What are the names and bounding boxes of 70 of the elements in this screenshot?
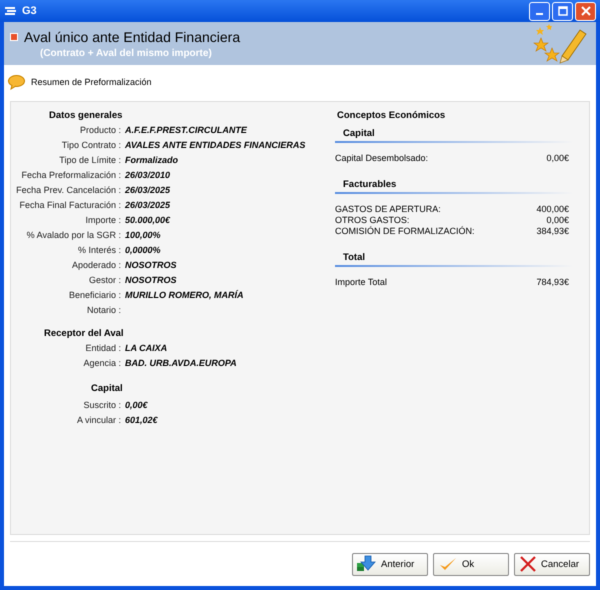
amount-value: 384,93€ [536,226,569,237]
ok-button[interactable]: Ok [433,552,509,576]
back-button[interactable]: Anterior [352,552,428,576]
field-label: Apoderado : [70,260,121,271]
field-label: Suscrito : [82,400,121,411]
field-value: 26/03/2025 [125,185,172,196]
field-value: MURILLO ROMERO, MARÍA [125,290,244,301]
field-label: Fecha Preformalización : [20,170,121,181]
close-icon [580,6,590,16]
section-heading: Receptor del Aval [44,328,125,339]
field-label: Gestor : [88,275,121,286]
subsection-heading: Total [343,252,365,263]
field-label: Notario : [86,305,121,316]
field-value: 0,00€ [125,400,149,411]
field-value: 26/03/2025 [125,200,172,211]
field-label: Importe : [84,215,121,226]
field-label: Producto : [78,125,121,136]
field-label: Agencia : [82,358,121,369]
checkmark-icon [438,556,458,572]
section-heading: Conceptos Económicos [337,110,446,121]
field-value: BAD. URB.AVDA.EUROPA [125,358,237,369]
field-label: Entidad : [84,343,121,354]
amount-label: GASTOS DE APERTURA: [335,204,441,215]
field-value: A.F.E.F.PREST.CIRCULANTE [125,125,248,136]
amount-value: 0,00€ [546,215,569,226]
minimize-icon [536,13,543,15]
dialog-title: Aval único ante Entidad Financiera [24,28,240,44]
field-value: 50.000,00€ [125,215,172,226]
subsection-heading: Facturables [343,179,396,190]
speech-bubble-icon [8,74,25,90]
field-label: Fecha Final Facturación : [18,200,121,211]
app-logo-icon [4,6,18,16]
field-value: 0,0000% [125,245,162,256]
field-label: Tipo de Límite : [58,155,121,166]
field-label: Tipo Contrato : [60,140,121,151]
maximize-button[interactable] [552,2,573,20]
bullet-icon [10,32,18,40]
stars-pencil-icon [532,24,588,64]
amount-value: 400,00€ [536,204,569,215]
field-value: 100,00% [125,230,162,241]
amount-label: COMISIÓN DE FORMALIZACIÓN: [335,226,475,237]
subsection-heading: Capital [343,128,375,139]
dialog-subtitle: (Contrato + Aval del mismo importe) [40,48,213,58]
amount-label: OTROS GASTOS: [335,215,410,226]
field-label: % Interés : [76,245,121,256]
field-value: Formalizado [125,155,180,166]
field-label: A vincular : [76,415,121,426]
close-button[interactable] [575,2,596,20]
section-heading: Capital [91,383,124,394]
field-value: 26/03/2010 [125,170,172,181]
field-value: NOSOTROS [125,260,178,271]
amount-label: Importe Total [335,277,387,288]
field-value: LA CAIXA [125,343,168,354]
field-label: Beneficiario : [68,290,121,301]
maximize-icon [558,6,568,16]
amount-value: 0,00€ [546,153,569,164]
amount-value: 784,93€ [536,277,569,288]
cross-icon [519,556,537,572]
minimize-button[interactable] [529,2,550,20]
field-value: 601,02€ [125,415,158,426]
field-label: Fecha Prev. Cancelación : [15,185,121,196]
amount-label: Capital Desembolsado: [335,153,428,164]
summary-label: Resumen de Preformalización [31,77,152,87]
window-title: G3 [22,5,37,17]
section-heading: Datos generales [49,110,124,121]
cancel-button[interactable]: Cancelar [514,552,590,576]
arrow-icon [357,555,377,573]
field-label: % Avalado por la SGR : [26,230,121,241]
field-value: AVALES ANTE ENTIDADES FINANCIERAS [125,140,306,151]
field-value: NOSOTROS [125,275,178,286]
